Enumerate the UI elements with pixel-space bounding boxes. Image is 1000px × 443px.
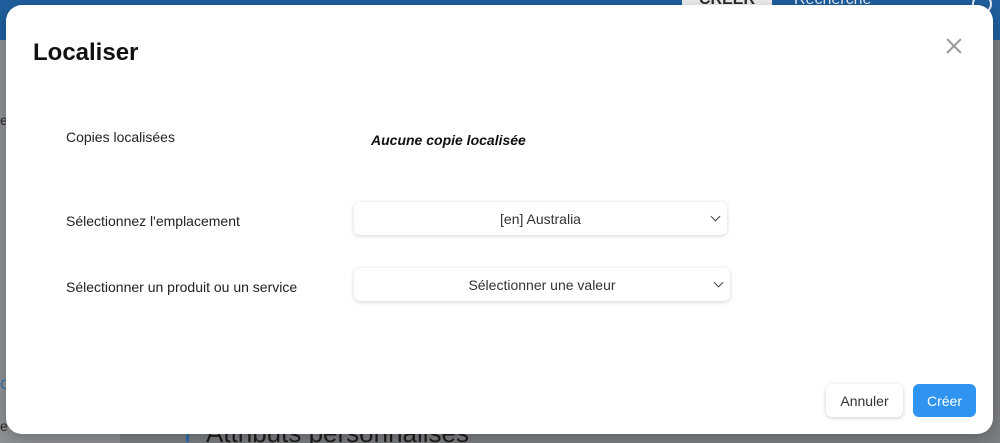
chevron-down-icon (713, 277, 724, 288)
close-icon[interactable] (943, 35, 965, 57)
chevron-down-icon (710, 211, 721, 222)
location-select[interactable]: [en] Australia (354, 202, 727, 235)
create-button[interactable]: Créer (913, 384, 976, 417)
product-select-value: Sélectionner une valeur (468, 276, 616, 293)
cancel-button[interactable]: Annuler (826, 384, 903, 417)
location-select-value: [en] Australia (500, 210, 581, 227)
localize-dialog: Localiser Copies localisées Aucune copie… (6, 5, 993, 434)
product-select[interactable]: Sélectionner une valeur (354, 268, 730, 301)
dialog-title: Localiser (33, 39, 139, 66)
copies-value: Aucune copie localisée (371, 132, 526, 148)
product-label: Sélectionner un produit ou un service (66, 279, 298, 295)
location-label: Sélectionnez l'emplacement (66, 213, 240, 229)
copies-label: Copies localisées (66, 129, 175, 145)
